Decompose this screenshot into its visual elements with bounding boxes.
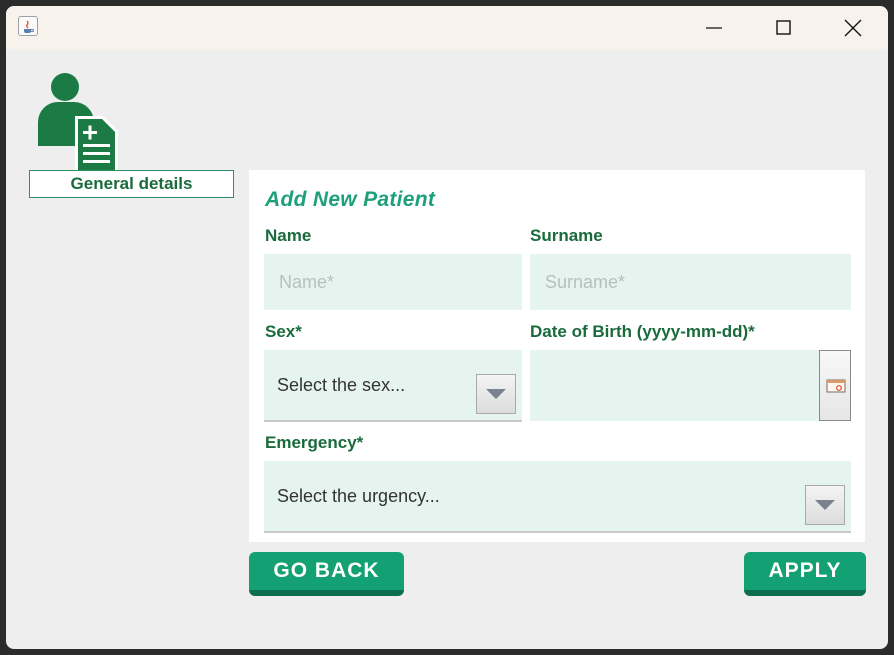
emergency-selected-value: Select the urgency... [277,485,440,506]
dob-label: Date of Birth (yyyy-mm-dd)* [530,322,755,341]
patient-form-panel: Add New Patient Name Surname Sex* Date o… [249,170,865,542]
form-title: Add New Patient [265,188,436,211]
go-back-button[interactable]: GO BACK [249,552,404,596]
chevron-down-icon [486,389,506,399]
dob-input[interactable] [530,350,819,421]
patient-record-icon [38,73,118,174]
sidebar-item-general-details[interactable]: General details [29,170,234,198]
apply-label: APPLY [768,559,842,582]
surname-label: Surname [530,226,603,245]
minimize-icon [706,27,722,29]
go-back-label: GO BACK [273,559,380,582]
sidebar-item-label: General details [70,174,193,193]
sex-label: Sex* [265,322,302,341]
sex-select[interactable]: Select the sex... [264,350,522,422]
maximize-button[interactable] [754,6,814,50]
name-input[interactable] [264,254,522,310]
calendar-icon [826,379,846,393]
dob-field-box [530,350,851,421]
maximize-icon [776,20,791,35]
surname-input[interactable] [530,254,851,310]
emergency-select[interactable]: Select the urgency... [264,461,851,533]
sex-dropdown-button[interactable] [476,374,516,414]
minimize-button[interactable] [684,6,744,50]
emergency-label: Emergency* [265,433,364,452]
sex-selected-value: Select the sex... [277,374,406,395]
close-button[interactable] [823,6,883,50]
apply-button[interactable]: APPLY [744,552,866,596]
java-app-icon [18,16,38,36]
emergency-dropdown-button[interactable] [805,485,845,525]
chevron-down-icon [815,500,835,510]
name-label: Name [265,226,312,245]
close-icon [844,19,862,37]
name-field-box [264,254,522,310]
app-window: General details Add New Patient Name Sur… [6,6,888,649]
date-picker-button[interactable] [819,350,851,421]
surname-field-box [530,254,851,310]
title-bar [6,6,888,50]
